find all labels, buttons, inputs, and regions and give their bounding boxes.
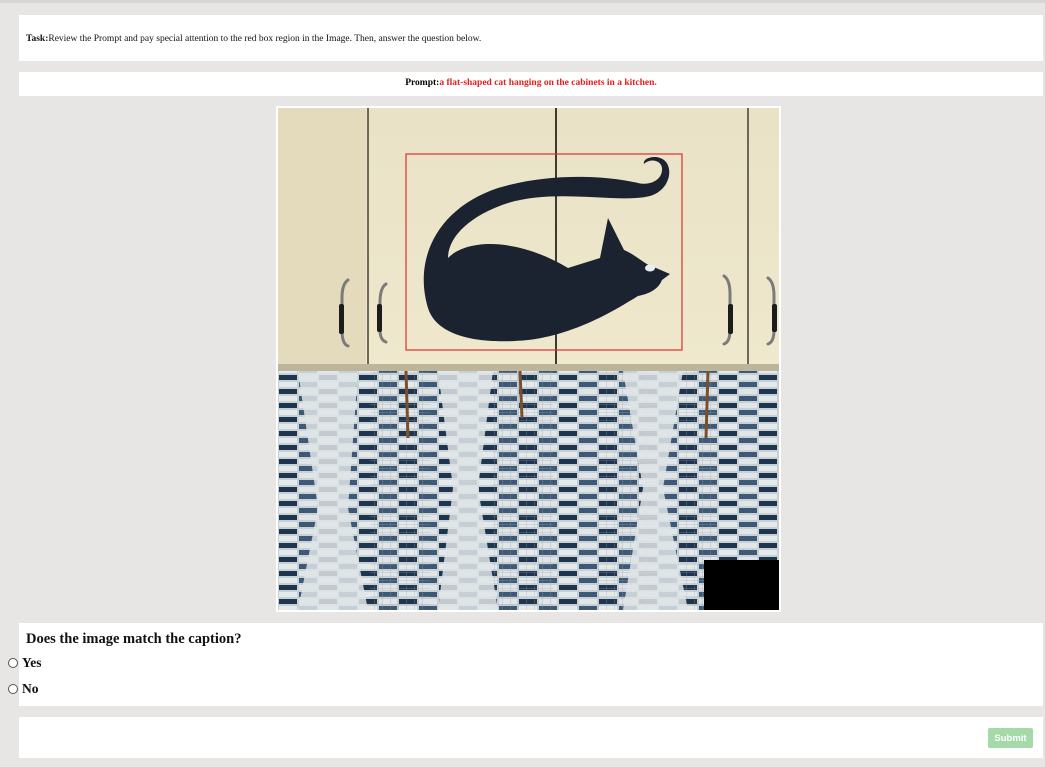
prompt-line: Prompt:a flat-shaped cat hanging on the …	[19, 78, 1043, 88]
radio-no[interactable]	[8, 684, 18, 694]
task-label: Task:	[26, 34, 49, 44]
option-yes[interactable]: Yes	[8, 655, 42, 671]
generated-image	[276, 106, 781, 612]
option-no-label: No	[22, 681, 39, 696]
option-no[interactable]: No	[8, 681, 39, 697]
question-title: Does the image match the caption?	[26, 631, 242, 647]
prompt-caption: a flat-shaped cat hanging on the cabinet…	[439, 78, 657, 88]
submit-button[interactable]: Submit	[988, 728, 1033, 748]
task-text: Review the Prompt and pay special attent…	[48, 34, 482, 44]
top-divider	[0, 0, 1045, 3]
prompt-panel: Prompt:a flat-shaped cat hanging on the …	[19, 72, 1043, 96]
black-patch	[704, 560, 779, 610]
kitchen-cat-image	[278, 108, 779, 610]
prompt-label: Prompt:	[405, 78, 440, 88]
task-panel: Task:Review the Prompt and pay special a…	[19, 15, 1043, 61]
submit-panel: Submit	[19, 717, 1043, 758]
radio-yes[interactable]	[8, 658, 18, 668]
task-instruction: Task:Review the Prompt and pay special a…	[26, 34, 481, 44]
option-yes-label: Yes	[22, 655, 42, 670]
question-panel: Does the image match the caption?	[19, 623, 1043, 706]
